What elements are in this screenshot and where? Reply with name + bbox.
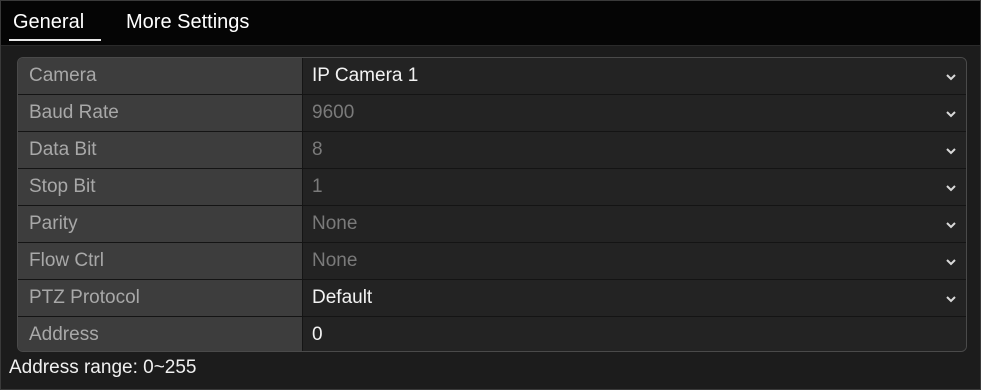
- chevron-down-icon: [946, 296, 956, 303]
- ptz-protocol-select-value: Default: [312, 287, 373, 308]
- address-input-value: 0: [312, 324, 323, 345]
- parity-select[interactable]: None: [303, 206, 966, 242]
- data-bit-select-value: 8: [312, 139, 323, 160]
- chevron-down-icon: [946, 222, 956, 229]
- settings-panel: Camera IP Camera 1 Baud Rate 9600 Data B…: [17, 57, 967, 352]
- row-data-bit: Data Bit 8: [18, 132, 966, 169]
- baud-rate-select-value: 9600: [312, 102, 355, 123]
- flow-ctrl-select-value: None: [312, 250, 358, 271]
- row-stop-bit: Stop Bit 1: [18, 169, 966, 206]
- camera-select-value: IP Camera 1: [312, 65, 419, 86]
- ptz-protocol-label: PTZ Protocol: [18, 280, 303, 316]
- tab-bar: General More Settings: [1, 1, 980, 46]
- row-flow-ctrl: Flow Ctrl None: [18, 243, 966, 280]
- camera-select[interactable]: IP Camera 1: [303, 58, 966, 94]
- row-address: Address 0: [18, 317, 966, 351]
- row-ptz-protocol: PTZ Protocol Default: [18, 280, 966, 317]
- data-bit-select[interactable]: 8: [303, 132, 966, 168]
- tab-general[interactable]: General: [13, 11, 84, 34]
- ptz-protocol-select[interactable]: Default: [303, 280, 966, 316]
- address-input[interactable]: 0: [303, 317, 966, 351]
- parity-label: Parity: [18, 206, 303, 242]
- parity-select-value: None: [312, 213, 358, 234]
- ptz-settings-window: General More Settings Camera IP Camera 1…: [0, 0, 981, 390]
- baud-rate-select[interactable]: 9600: [303, 95, 966, 131]
- address-range-hint: Address range: 0~255: [9, 357, 197, 378]
- address-label: Address: [18, 317, 303, 351]
- tab-general-underline: [9, 39, 101, 41]
- chevron-down-icon: [946, 111, 956, 118]
- baud-rate-label: Baud Rate: [18, 95, 303, 131]
- stop-bit-label: Stop Bit: [18, 169, 303, 205]
- chevron-down-icon: [946, 74, 956, 81]
- stop-bit-select[interactable]: 1: [303, 169, 966, 205]
- chevron-down-icon: [946, 148, 956, 155]
- chevron-down-icon: [946, 185, 956, 192]
- data-bit-label: Data Bit: [18, 132, 303, 168]
- row-baud-rate: Baud Rate 9600: [18, 95, 966, 132]
- chevron-down-icon: [946, 259, 956, 266]
- stop-bit-select-value: 1: [312, 176, 323, 197]
- tab-more-settings[interactable]: More Settings: [126, 11, 249, 34]
- row-parity: Parity None: [18, 206, 966, 243]
- camera-label: Camera: [18, 58, 303, 94]
- row-camera: Camera IP Camera 1: [18, 58, 966, 95]
- flow-ctrl-select[interactable]: None: [303, 243, 966, 279]
- flow-ctrl-label: Flow Ctrl: [18, 243, 303, 279]
